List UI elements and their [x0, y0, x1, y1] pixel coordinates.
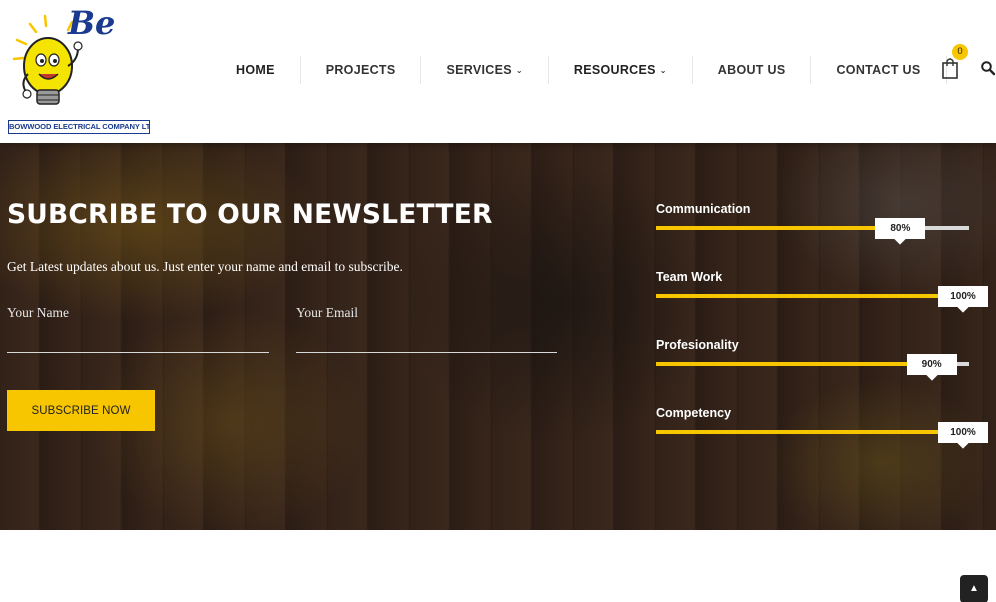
- nav-label: SERVICES: [446, 63, 512, 77]
- skill-track: 80%: [656, 218, 969, 239]
- company-name: BOWWOOD ELECTRICAL COMPANY LTD.: [8, 120, 150, 134]
- nav-label: ABOUT US: [717, 63, 786, 77]
- email-input[interactable]: [296, 303, 557, 321]
- skill-percent-tooltip: 100%: [938, 422, 988, 443]
- logo-letters: Be: [67, 4, 115, 42]
- lightbulb-mascot-icon: Be: [12, 4, 115, 105]
- skill-communication: Communication 80%: [656, 202, 969, 242]
- company-logo[interactable]: Be BOWWOOD ELECTRICAL COMPANY LTD.: [6, 4, 150, 134]
- skill-competency: Competency 100%: [656, 406, 988, 446]
- nav-item-projects[interactable]: PROJECTS: [301, 56, 421, 84]
- nav-item-about-us[interactable]: ABOUT US: [693, 56, 811, 84]
- nav-label: PROJECTS: [325, 63, 396, 77]
- skill-percent-tooltip: 100%: [938, 286, 988, 307]
- cart-count-badge: 0: [952, 44, 968, 60]
- skill-profesionality: Profesionality 90%: [656, 338, 969, 378]
- nav-label: CONTACT US: [836, 63, 921, 77]
- nav-item-resources[interactable]: RESOURCES ⌄: [549, 56, 692, 84]
- skill-percent-tooltip: 90%: [906, 354, 957, 375]
- search-icon: [981, 61, 996, 76]
- search-button[interactable]: [980, 60, 996, 76]
- nav-item-home[interactable]: HOME: [211, 56, 300, 84]
- skill-track: 100%: [656, 422, 988, 443]
- name-input[interactable]: [7, 303, 269, 321]
- skill-fill: [656, 294, 969, 298]
- skill-track: 90%: [656, 354, 969, 375]
- newsletter-section: SUBCRIBE TO OUR NEWSLETTER Get Latest up…: [0, 143, 996, 530]
- name-field: [7, 303, 269, 353]
- skill-percent-tooltip: 80%: [875, 218, 926, 239]
- subscribe-button[interactable]: SUBSCRIBE NOW: [7, 390, 155, 431]
- chevron-up-icon: ▲: [969, 583, 979, 594]
- chevron-down-icon: ⌄: [659, 65, 667, 75]
- chevron-down-icon: ⌄: [515, 65, 523, 75]
- skill-fill: [656, 362, 938, 366]
- skill-label: Team Work: [656, 270, 723, 284]
- nav-item-services[interactable]: SERVICES ⌄: [421, 56, 547, 84]
- nav-item-contact-us[interactable]: CONTACT US: [811, 56, 945, 84]
- nav-label: RESOURCES: [573, 63, 656, 77]
- skill-label: Profesionality: [656, 338, 739, 352]
- skill-fill: [656, 430, 969, 434]
- back-to-top-button[interactable]: ▲: [960, 575, 988, 602]
- newsletter-title: SUBCRIBE TO OUR NEWSLETTER: [7, 199, 493, 230]
- skill-team-work: Team Work 100%: [656, 270, 988, 310]
- nav-label: HOME: [236, 63, 275, 77]
- newsletter-subtitle: Get Latest updates about us. Just enter …: [7, 259, 403, 274]
- skill-label: Competency: [656, 406, 732, 420]
- main-navigation: HOME PROJECTS SERVICES ⌄ RESOURCES ⌄ ABO…: [211, 56, 947, 84]
- skill-fill: [656, 226, 907, 230]
- site-header: Be BOWWOOD ELECTRICAL COMPANY LTD. HOME …: [0, 0, 996, 143]
- email-field: [296, 303, 557, 353]
- skill-track: 100%: [656, 286, 988, 307]
- skill-label: Communication: [656, 202, 751, 216]
